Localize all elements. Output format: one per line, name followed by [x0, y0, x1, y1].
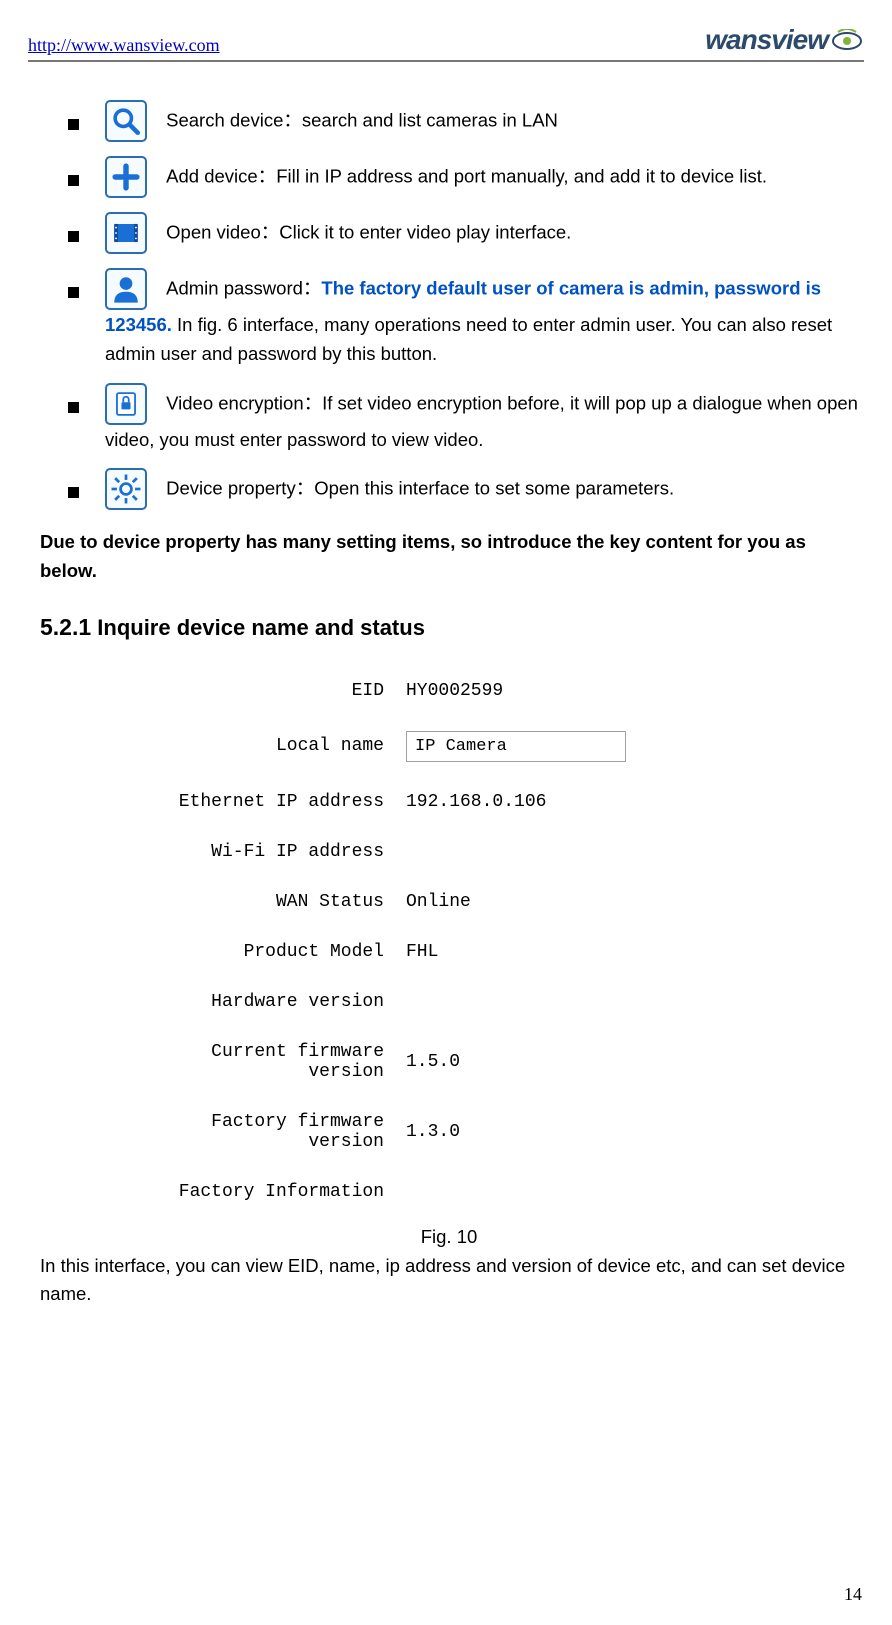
- section-heading: 5.2.1 Inquire device name and status: [34, 614, 864, 641]
- figure-caption: Fig. 10: [34, 1226, 864, 1248]
- prop-label: Wi-Fi IP address: [154, 842, 406, 862]
- local-name-input[interactable]: [406, 731, 626, 762]
- bullet-label: Search device：: [166, 110, 302, 131]
- prop-value-eid: HY0002599: [406, 681, 864, 701]
- device-properties-table: EID HY0002599 Local name Ethernet IP add…: [154, 681, 864, 1202]
- prop-row-localname: Local name: [154, 731, 864, 762]
- bullet-text: Click it to enter video play interface.: [279, 222, 571, 243]
- bullet-video: Open video：Click it to enter video play …: [34, 212, 864, 254]
- bullet-admin: Admin password：The factory default user …: [34, 268, 864, 369]
- prop-row-wifiip: Wi-Fi IP address: [154, 842, 864, 862]
- property-icon: [105, 468, 147, 510]
- prop-label: Hardware version: [154, 992, 406, 1012]
- prop-value-curfw: 1.5.0: [406, 1052, 864, 1072]
- prop-value-wan: Online: [406, 892, 864, 912]
- page-number: 14: [844, 1584, 862, 1605]
- bullet-label: Open video：: [166, 222, 279, 243]
- prop-row-eid: EID HY0002599: [154, 681, 864, 701]
- header-rule: [28, 60, 864, 62]
- prop-row-ethip: Ethernet IP address 192.168.0.106: [154, 792, 864, 812]
- icon-bullet-list: Search device：search and list cameras in…: [34, 100, 864, 510]
- prop-label: Factory Information: [154, 1182, 406, 1202]
- bullet-marker: [68, 231, 79, 242]
- prop-row-facinfo: Factory Information: [154, 1182, 864, 1202]
- logo: wansview: [705, 24, 864, 56]
- encryption-icon: [105, 383, 147, 425]
- bullet-label: Device property：: [166, 478, 314, 499]
- prop-label: Factory firmware version: [154, 1112, 406, 1152]
- prop-label: Current firmware version: [154, 1042, 406, 1082]
- section-title: Inquire device name and status: [91, 615, 425, 640]
- bullet-text: Open this interface to set some paramete…: [314, 478, 674, 499]
- bullet-property: Device property：Open this interface to s…: [34, 468, 864, 510]
- bullet-marker: [68, 487, 79, 498]
- add-icon: [105, 156, 147, 198]
- logo-eye-icon: [830, 29, 864, 51]
- section-num: 5.2.1: [40, 614, 91, 640]
- logo-text: wansview: [705, 24, 828, 56]
- bullet-text: Fill in IP address and port manually, an…: [276, 166, 767, 187]
- bullet-marker: [68, 287, 79, 298]
- prop-value-model: FHL: [406, 942, 864, 962]
- prop-row-model: Product Model FHL: [154, 942, 864, 962]
- bullet-label: Add device：: [166, 166, 276, 187]
- bullet-text: search and list cameras in LAN: [302, 110, 558, 131]
- prop-label: Ethernet IP address: [154, 792, 406, 812]
- prop-label: EID: [154, 681, 406, 701]
- prop-label: Local name: [154, 736, 406, 756]
- bullet-encryption: Video encryption：If set video encryption…: [34, 383, 864, 454]
- prop-label: WAN Status: [154, 892, 406, 912]
- prop-row-facfw: Factory firmware version 1.3.0: [154, 1112, 864, 1152]
- bullet-text-cont: In fig. 6 interface, many operations nee…: [105, 314, 832, 364]
- header-url[interactable]: http://www.wansview.com: [28, 35, 220, 56]
- prop-value-ethip: 192.168.0.106: [406, 792, 864, 812]
- prop-row-hwver: Hardware version: [154, 992, 864, 1012]
- bullet-marker: [68, 402, 79, 413]
- section-note: Due to device property has many setting …: [34, 528, 864, 585]
- prop-value-facfw: 1.3.0: [406, 1122, 864, 1142]
- bullet-label: Video encryption：: [166, 393, 322, 414]
- admin-icon: [105, 268, 147, 310]
- bullet-marker: [68, 175, 79, 186]
- bullet-label: Admin password：: [166, 278, 321, 299]
- body-paragraph: In this interface, you can view EID, nam…: [34, 1252, 864, 1309]
- video-icon: [105, 212, 147, 254]
- prop-row-wan: WAN Status Online: [154, 892, 864, 912]
- bullet-search: Search device：search and list cameras in…: [34, 100, 864, 142]
- search-icon: [105, 100, 147, 142]
- bullet-add: Add device：Fill in IP address and port m…: [34, 156, 864, 198]
- bullet-marker: [68, 119, 79, 130]
- prop-row-curfw: Current firmware version 1.5.0: [154, 1042, 864, 1082]
- prop-label: Product Model: [154, 942, 406, 962]
